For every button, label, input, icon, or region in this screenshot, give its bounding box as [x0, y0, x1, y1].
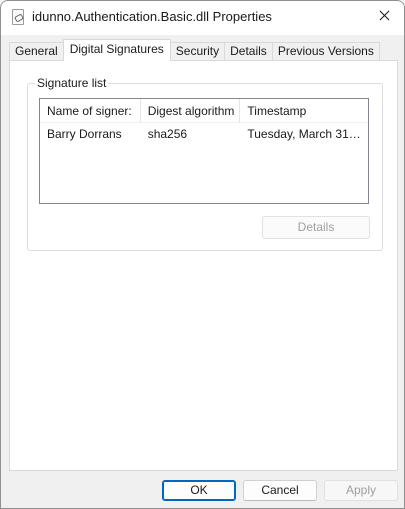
column-header-timestamp[interactable]: Timestamp [240, 99, 368, 123]
tab-details[interactable]: Details [224, 42, 273, 61]
dll-file-icon [12, 9, 24, 25]
signature-list-group: Signature list Name of signer: Digest al… [27, 76, 383, 251]
list-header: Name of signer: Digest algorithm Timesta… [40, 99, 368, 123]
cancel-button[interactable]: Cancel [243, 480, 317, 501]
column-header-digest-algorithm[interactable]: Digest algorithm [141, 99, 241, 123]
column-header-name-of-signer[interactable]: Name of signer: [40, 99, 141, 123]
properties-dialog: idunno.Authentication.Basic.dll Properti… [0, 0, 405, 509]
tab-previous-versions[interactable]: Previous Versions [271, 42, 380, 61]
tab-panel: Signature list Name of signer: Digest al… [9, 60, 398, 471]
signer-name-cell: Barry Dorrans [47, 127, 122, 141]
list-item[interactable]: Barry Dorrans sha256 Tuesday, March 31, … [40, 124, 368, 144]
tab-general[interactable]: General [9, 42, 64, 61]
tab-digital-signatures[interactable]: Digital Signatures [62, 39, 171, 61]
apply-button[interactable]: Apply [324, 480, 398, 501]
ok-button[interactable]: OK [162, 480, 236, 501]
tab-security[interactable]: Security [169, 42, 226, 61]
signature-list[interactable]: Name of signer: Digest algorithm Timesta… [39, 98, 369, 204]
window-title: idunno.Authentication.Basic.dll Properti… [32, 9, 272, 24]
title-bar: idunno.Authentication.Basic.dll Properti… [1, 1, 404, 35]
tab-strip: General Digital Signatures Security Deta… [9, 39, 380, 61]
details-button[interactable]: Details [262, 216, 370, 239]
timestamp-cell: Tuesday, March 31, 2... [247, 127, 368, 141]
close-icon[interactable] [364, 1, 404, 31]
signature-list-label: Signature list [35, 76, 109, 90]
digest-algorithm-cell: sha256 [147, 127, 188, 141]
